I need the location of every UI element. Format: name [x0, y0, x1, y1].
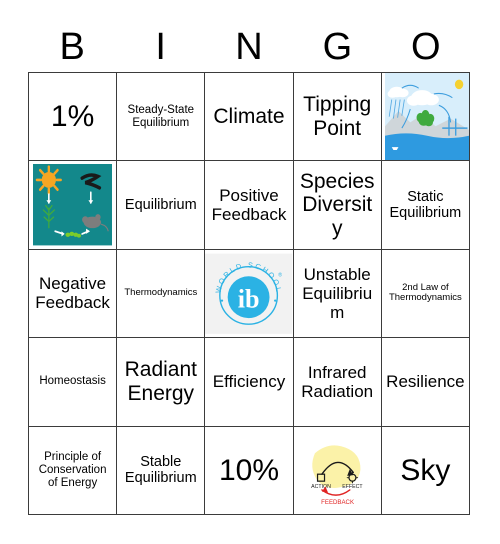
bingo-cell-label: Efficiency — [212, 372, 286, 392]
header-letter-i: I — [155, 26, 166, 68]
bingo-cell-i3[interactable]: Thermodynamics — [117, 249, 206, 339]
svg-text:FEEDBACK: FEEDBACK — [321, 498, 354, 505]
bingo-cell-label: Homeostasis — [39, 375, 106, 388]
header-letter-g: G — [322, 26, 353, 68]
bingo-cell-label: Stable Equilibrium — [124, 454, 197, 487]
bingo-cell-label: 2nd Law of Thermodynamics — [388, 281, 462, 304]
ib-world-school-logo-icon: WORLD SCHOOL ® ib — [205, 250, 293, 337]
bingo-cell-o5[interactable]: Sky — [381, 426, 470, 515]
food-chain-diagram-icon — [29, 161, 116, 248]
svg-text:®: ® — [279, 271, 283, 278]
bingo-cell-label: Resilience — [386, 372, 465, 392]
bingo-cell-label: 10% — [218, 453, 280, 487]
bingo-cell-label: Steady-State Equilibrium — [127, 103, 195, 129]
bingo-cell-label: Thermodynamics — [124, 287, 198, 299]
bingo-cell-g1[interactable]: Tipping Point — [293, 73, 382, 162]
bingo-cell-label: Infrared Radiation — [301, 362, 374, 401]
bingo-cell-label: Tipping Point — [303, 93, 372, 140]
bingo-cell-n5[interactable]: 10% — [205, 426, 294, 515]
bingo-cell-n2[interactable]: Positive Feedback — [205, 161, 294, 250]
bingo-cell-b2-image[interactable] — [29, 161, 118, 250]
feedback-loop-sketch-icon: ACTION EFFECT FEEDBACK — [293, 427, 381, 514]
bingo-cell-i2[interactable]: Equilibrium — [117, 161, 206, 250]
bingo-cell-g3[interactable]: Unstable Equilibrium — [293, 249, 382, 339]
bingo-cell-label: Unstable Equilibrium — [302, 264, 373, 322]
bingo-cell-label: Radiant Energy — [124, 358, 197, 405]
bingo-cell-n3-image[interactable]: WORLD SCHOOL ® ib — [205, 249, 294, 339]
bingo-cell-b1[interactable]: 1% — [29, 73, 118, 162]
bingo-cell-g4[interactable]: Infrared Radiation — [293, 338, 382, 427]
header-letter-b: B — [59, 26, 85, 68]
bingo-cell-label: Static Equilibrium — [389, 188, 462, 222]
bingo-grid: 1% Steady-State Equilibrium Climate Tipping… — [28, 72, 470, 515]
header-letter-o: O — [411, 26, 441, 68]
bingo-cell-i4[interactable]: Radiant Energy — [117, 338, 206, 427]
feedback-loop-svg: ACTION EFFECT FEEDBACK — [293, 430, 381, 511]
water-cycle-svg — [384, 73, 469, 161]
bingo-cell-o1-image[interactable] — [381, 73, 470, 162]
bingo-cell-i5[interactable]: Stable Equilibrium — [117, 426, 206, 515]
bingo-cell-o4[interactable]: Resilience — [381, 338, 470, 427]
bingo-card: B I N G O 1% Steady-State Equilibrium Clim… — [0, 0, 500, 544]
svg-text:ib: ib — [238, 284, 260, 313]
bingo-cell-label: 1% — [50, 99, 95, 133]
header-letter-n: N — [235, 26, 263, 68]
bingo-cell-b5[interactable]: Principle of Conservation of Energy — [29, 426, 118, 515]
svg-text:ACTION: ACTION — [311, 484, 331, 490]
bingo-cell-label: Positive Feedback — [211, 186, 287, 225]
bingo-cell-n1[interactable]: Climate — [205, 73, 294, 162]
bingo-cell-label: Climate — [213, 104, 285, 128]
ib-world-school-svg: WORLD SCHOOL ® ib — [205, 253, 293, 334]
bingo-cell-b3[interactable]: Negative Feedback — [29, 249, 118, 339]
bingo-cell-label: Principle of Conservation of Energy — [38, 450, 107, 489]
food-chain-svg — [33, 164, 113, 246]
bingo-cell-g5-image[interactable]: ACTION EFFECT FEEDBACK — [293, 426, 382, 515]
bingo-cell-o3[interactable]: 2nd Law of Thermodynamics — [381, 249, 470, 339]
bingo-cell-i1[interactable]: Steady-State Equilibrium — [117, 73, 206, 162]
bingo-cell-label: Sky — [400, 453, 451, 487]
svg-text:EFFECT: EFFECT — [342, 484, 363, 490]
bingo-cell-g2[interactable]: Species Diversity — [293, 161, 382, 250]
bingo-cell-b4[interactable]: Homeostasis — [29, 338, 118, 427]
bingo-cell-label: Negative Feedback — [35, 274, 110, 313]
bingo-cell-o2[interactable]: Static Equilibrium — [381, 161, 470, 250]
water-cycle-diagram-icon — [382, 73, 469, 161]
bingo-cell-label: Equilibrium — [124, 196, 197, 213]
bingo-header: B I N G O — [28, 22, 470, 72]
bingo-cell-label: Species Diversity — [299, 169, 375, 240]
bingo-cell-n4[interactable]: Efficiency — [205, 338, 294, 427]
